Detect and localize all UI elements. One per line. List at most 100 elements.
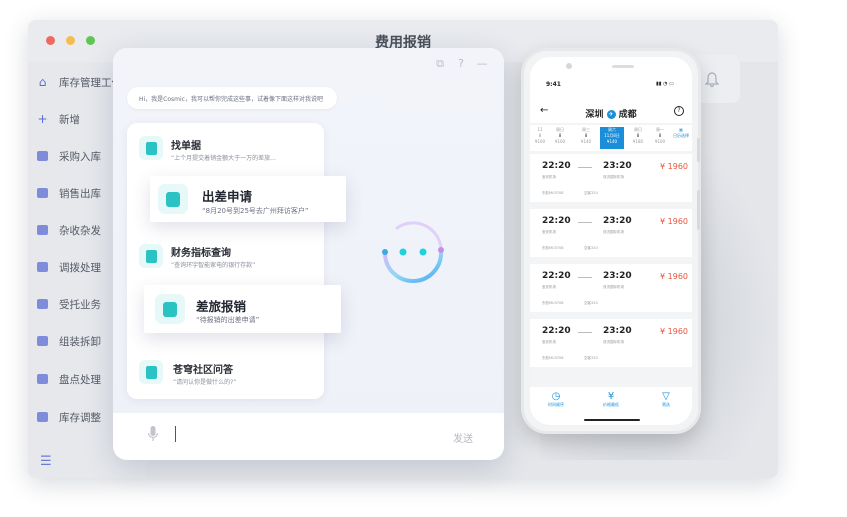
transfer-icon bbox=[36, 261, 49, 274]
inventory-icon bbox=[36, 373, 49, 386]
feature-subtitle: “查询环宇智能家电的银行存款” bbox=[171, 262, 256, 269]
route-title: 深圳 ✈ 成都 bbox=[530, 107, 692, 120]
departure-airport: 宝安机场 bbox=[542, 340, 556, 344]
status-time: 9:41 bbox=[546, 81, 561, 88]
send-button[interactable]: 发送 bbox=[453, 430, 473, 445]
arrival-airport: 双流国际机场 bbox=[603, 340, 624, 344]
feature-title-travel-reimbursement: 差旅报销 bbox=[196, 299, 247, 314]
calendar-picker[interactable]: ▦ 日历选择 bbox=[670, 127, 692, 149]
speaker bbox=[612, 65, 634, 68]
arrival-time: 23:20 bbox=[603, 271, 632, 281]
flight-price: ¥ 1960 bbox=[660, 162, 688, 171]
front-camera bbox=[566, 63, 572, 69]
greeting-bubble: Hi，我是Cosmic，我可以帮你完成这些事，试着像下面这样对我说吧 bbox=[127, 87, 337, 109]
route-to: 成都 bbox=[618, 110, 637, 120]
assistant-panel: ⧉ ? — Hi，我是Cosmic，我可以帮你完成这些事，试着像下面这样对我说吧… bbox=[113, 48, 504, 460]
chat-bubble-icon bbox=[139, 360, 163, 384]
airline: 东航MU3708 bbox=[542, 356, 564, 360]
aircraft-type: 空客320 bbox=[584, 356, 598, 360]
departure-time: 22:20 bbox=[542, 271, 571, 281]
phone-side-button bbox=[697, 190, 700, 230]
sidebar-item-label: 杂收杂发 bbox=[59, 224, 101, 237]
arrival-time: 23:20 bbox=[603, 326, 632, 336]
home-indicator bbox=[584, 419, 640, 421]
document-icon bbox=[139, 136, 163, 160]
sidebar-item-label: 盘点处理 bbox=[59, 373, 101, 386]
feature-title-trip-request: 出差申请 bbox=[202, 189, 253, 204]
aircraft-type: 空客320 bbox=[584, 301, 598, 305]
microphone-icon[interactable] bbox=[147, 425, 159, 443]
phone-mockup: 9:41 ▮▮ ◔ ▭ ← 深圳 ✈ 成都 ? 11 8 ¥100 周日 8 ¥100 … bbox=[521, 48, 701, 434]
date-option[interactable]: 周三 8 ¥140 bbox=[576, 127, 596, 149]
clock-icon: ◷ bbox=[551, 391, 561, 402]
tab-filter[interactable]: ▽ 筛选 bbox=[646, 391, 686, 408]
menu-icon[interactable]: ☰ bbox=[40, 454, 54, 469]
sidebar-item-label: 采购入库 bbox=[59, 150, 101, 163]
arrival-time: 23:20 bbox=[603, 216, 632, 226]
airline: 东航MU3708 bbox=[542, 246, 564, 250]
signal-wifi-battery-icon: ▮▮ ◔ ▭ bbox=[656, 81, 674, 87]
phone-screen: 9:41 ▮▮ ◔ ▭ ← 深圳 ✈ 成都 ? 11 8 ¥100 周日 8 ¥100 … bbox=[530, 57, 692, 425]
phone-side-button bbox=[697, 138, 700, 162]
feature-subtitle: “请问认你是做什么的?” bbox=[173, 379, 237, 386]
calendar-icon: ▦ bbox=[679, 127, 683, 132]
route-from: 深圳 bbox=[585, 110, 604, 120]
assistant-avatar-icon bbox=[375, 216, 451, 292]
feature-title-community-qa[interactable]: 苍穹社区问答 bbox=[173, 361, 233, 376]
minimize-icon[interactable]: — bbox=[476, 58, 488, 70]
filter-icon: ▽ bbox=[662, 391, 670, 402]
misc-icon bbox=[36, 224, 49, 237]
feature-subtitle: “上个月提交着销金额大于一万的差旅... bbox=[171, 155, 276, 162]
date-option-selected[interactable]: 周六 11月8日 ¥140 bbox=[600, 127, 624, 149]
sidebar-item-label: 新增 bbox=[59, 113, 80, 126]
date-option[interactable]: 周日 8 ¥100 bbox=[550, 127, 570, 149]
arrival-airport: 双流国际机场 bbox=[603, 285, 624, 289]
adjust-icon bbox=[36, 411, 49, 424]
feature-title-finance-query[interactable]: 财务指标查询 bbox=[171, 244, 231, 259]
airplane-icon: ✈ bbox=[606, 110, 616, 119]
departure-time: 22:20 bbox=[542, 326, 571, 336]
date-option[interactable]: 周一 8 ¥100 bbox=[650, 127, 670, 149]
sidebar-item-label: 组装拆卸 bbox=[59, 335, 101, 348]
inbound-icon bbox=[36, 150, 49, 163]
departure-time: 22:20 bbox=[542, 161, 571, 171]
bell-icon bbox=[704, 72, 720, 88]
help-circle-icon[interactable]: ? bbox=[674, 106, 684, 116]
departure-airport: 宝安机场 bbox=[542, 285, 556, 289]
sidebar-item-label: 受托业务 bbox=[59, 298, 101, 311]
tab-sort-time[interactable]: ◷ 时间顺序 bbox=[536, 391, 576, 408]
message-input[interactable] bbox=[175, 426, 176, 442]
briefcase-icon bbox=[158, 184, 188, 214]
yen-icon: ¥ bbox=[607, 391, 615, 402]
departure-airport: 宝安机场 bbox=[542, 175, 556, 179]
departure-time: 22:20 bbox=[542, 216, 571, 226]
receipt-icon bbox=[155, 294, 185, 324]
sidebar-item-label: 销售出库 bbox=[59, 187, 101, 200]
outbound-icon bbox=[36, 187, 49, 200]
tab-lowest-price[interactable]: ¥ 价格最低 bbox=[591, 391, 631, 408]
sidebar-item-label: 库存调整 bbox=[59, 411, 101, 424]
input-bar bbox=[113, 413, 504, 460]
feature-subtitle: “8月20号到25号去广州拜访客户” bbox=[202, 207, 309, 215]
plus-icon: + bbox=[37, 112, 48, 126]
help-icon[interactable]: ? bbox=[455, 58, 467, 70]
airline: 东航MU3708 bbox=[542, 301, 564, 305]
copy-icon[interactable]: ⧉ bbox=[434, 58, 446, 70]
departure-airport: 宝安机场 bbox=[542, 230, 556, 234]
feature-title-find-document[interactable]: 找单据 bbox=[171, 137, 201, 152]
assembly-icon bbox=[36, 335, 49, 348]
home-icon: ⌂ bbox=[38, 75, 47, 89]
arrival-airport: 双流国际机场 bbox=[603, 230, 624, 234]
flight-price: ¥ 1960 bbox=[660, 272, 688, 281]
date-option[interactable]: 11 8 ¥100 bbox=[530, 127, 550, 149]
aircraft-type: 空客320 bbox=[584, 246, 598, 250]
airline: 东航MU3708 bbox=[542, 191, 564, 195]
chart-icon bbox=[139, 244, 163, 268]
arrival-airport: 双流国际机场 bbox=[603, 175, 624, 179]
arrival-time: 23:20 bbox=[603, 161, 632, 171]
flight-price: ¥ 1960 bbox=[660, 217, 688, 226]
feature-subtitle: “待报销的出差申请” bbox=[196, 316, 260, 324]
flight-price: ¥ 1960 bbox=[660, 327, 688, 336]
date-option[interactable]: 周日 8 ¥180 bbox=[628, 127, 648, 149]
entrusted-icon bbox=[36, 298, 49, 311]
